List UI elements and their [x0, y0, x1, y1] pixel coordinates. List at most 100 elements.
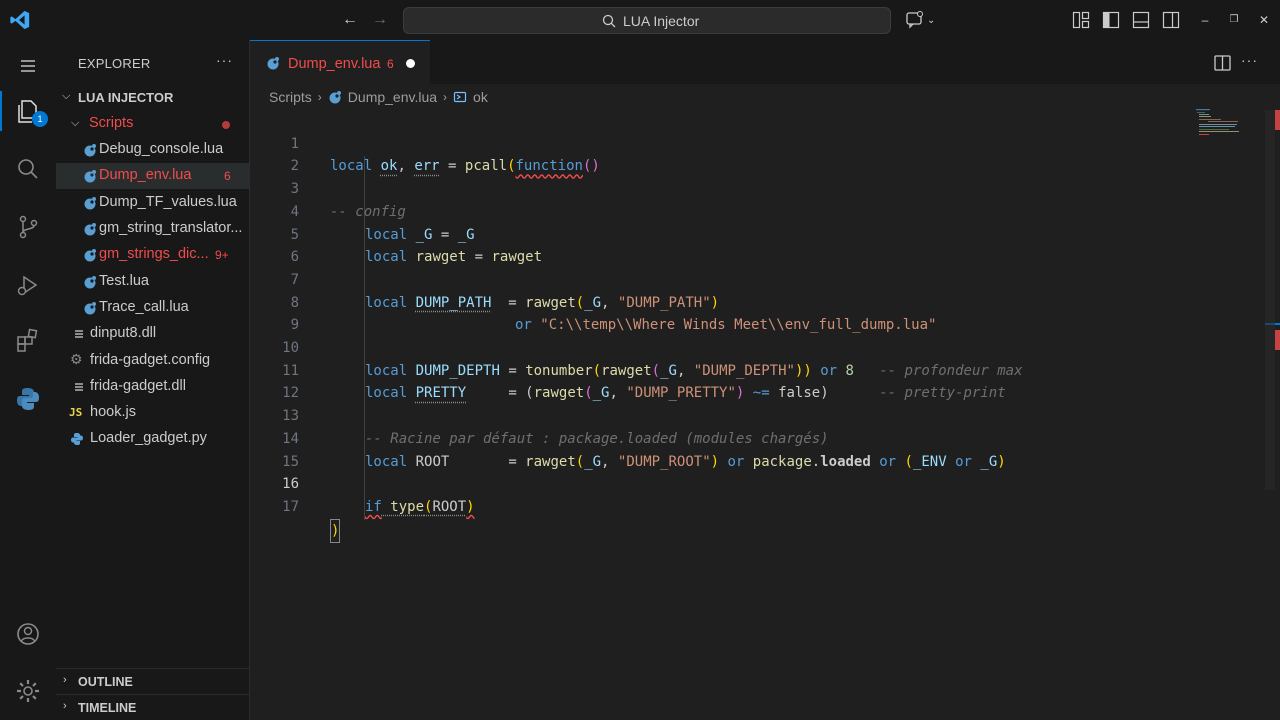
chevron-down-icon: ⌵	[71, 117, 80, 129]
code-line: 9	[250, 292, 1250, 333]
line-text: if type(ROOT)	[365, 498, 475, 515]
line-number: 17	[282, 498, 299, 515]
file-name: Debug_console.lua	[99, 141, 224, 157]
code-line: 4 local _G = _G	[250, 178, 1250, 243]
settings-gear-icon[interactable]	[14, 677, 42, 705]
code-line: 17 )	[250, 473, 1250, 544]
dll-file-icon	[75, 383, 83, 391]
file-name: Trace_call.lua	[99, 299, 189, 315]
restore-icon[interactable]: ❐	[1225, 11, 1243, 29]
file-item[interactable]: JS hook.js	[56, 400, 250, 426]
breadcrumb-item[interactable]: ok	[473, 89, 488, 105]
code-line: 11 local PRETTY = (rawget(_G, "DUMP_PRET…	[250, 337, 1250, 402]
customize-layout-icon[interactable]	[1072, 11, 1090, 29]
unsaved-dot-icon[interactable]	[406, 59, 415, 68]
lua-file-icon	[84, 249, 96, 262]
title-bar: ← → LUA Injector ⌄ – ❐ ✕	[0, 0, 1280, 40]
tab-dump-env[interactable]: Dump_env.lua 6	[250, 40, 430, 84]
project-name: LUA INJECTOR	[78, 90, 174, 105]
file-item[interactable]: Test.lua	[56, 269, 250, 295]
file-item[interactable]: Loader_gadget.py	[56, 426, 250, 452]
scrollbar-error-marker	[1275, 110, 1280, 130]
code-line: 1 local ok, err = pcall(function()	[250, 110, 1250, 175]
problem-count-badge: 9+	[215, 248, 229, 262]
copilot-icon	[906, 11, 923, 29]
file-item[interactable]: ⚙ frida-gadget.config	[56, 348, 250, 374]
run-debug-icon[interactable]	[14, 271, 42, 299]
file-item[interactable]: dinput8.dll	[56, 321, 250, 347]
lua-file-icon	[267, 57, 279, 70]
file-name: dinput8.dll	[90, 325, 157, 341]
explorer-sidebar: EXPLORER ··· ⌵ LUA INJECTOR ⌵ Scripts De…	[56, 40, 250, 720]
forward-arrow-icon[interactable]: →	[370, 10, 390, 30]
explorer-activity[interactable]: 1	[0, 91, 48, 131]
more-actions-icon[interactable]: ···	[216, 52, 233, 68]
file-item[interactable]: gm_string_translator...	[56, 216, 250, 242]
search-icon[interactable]	[14, 155, 42, 183]
tab-problem-count: 6	[387, 57, 394, 71]
minimize-icon[interactable]: –	[1196, 11, 1214, 29]
file-item[interactable]: Dump_TF_values.lua	[56, 190, 250, 216]
command-center-search[interactable]: LUA Injector	[403, 7, 891, 34]
close-icon[interactable]: ✕	[1255, 11, 1273, 29]
toggle-sidebar-icon[interactable]	[1102, 11, 1120, 29]
folder-scripts[interactable]: ⌵ Scripts	[56, 111, 250, 137]
split-editor-icon[interactable]	[1213, 54, 1233, 72]
file-item-active[interactable]: Dump_env.lua 6	[56, 163, 250, 189]
code-line: 2	[250, 133, 1250, 174]
code-line: 6	[250, 224, 1250, 265]
lua-file-icon	[329, 91, 341, 104]
more-actions-icon[interactable]: ···	[1241, 52, 1258, 68]
file-item[interactable]: gm_strings_dic... 9+	[56, 242, 250, 268]
menu-icon[interactable]	[14, 52, 42, 80]
breadcrumb-item[interactable]: Dump_env.lua	[348, 89, 437, 105]
chevron-down-icon: ⌵	[62, 90, 71, 102]
file-name: gm_strings_dic...	[99, 246, 209, 262]
file-name: Test.lua	[99, 273, 149, 289]
file-name: Dump_TF_values.lua	[99, 194, 237, 210]
code-line: 7 local DUMP_PATH = rawget(_G, "DUMP_PAT…	[250, 246, 1250, 311]
scrollbar-error-marker	[1275, 330, 1280, 350]
file-item[interactable]: Debug_console.lua	[56, 137, 250, 163]
minimap[interactable]	[1194, 108, 1264, 138]
chevron-right-icon: ›	[317, 90, 322, 104]
outline-section[interactable]: › OUTLINE	[56, 668, 250, 692]
search-icon	[602, 14, 616, 28]
project-section-header[interactable]: ⌵ LUA INJECTOR	[56, 86, 250, 108]
search-label: LUA Injector	[623, 13, 700, 29]
code-line: 15	[250, 428, 1250, 470]
vertical-scrollbar[interactable]	[1265, 110, 1275, 490]
toggle-secondary-sidebar-icon[interactable]	[1162, 11, 1180, 29]
breadcrumb-item[interactable]: Scripts	[269, 89, 312, 105]
lua-file-icon	[84, 197, 96, 210]
editor-area: Dump_env.lua 6 ··· Scripts › Dump_env.lu…	[250, 40, 1280, 720]
file-item[interactable]: frida-gadget.dll	[56, 374, 250, 400]
file-name: Dump_env.lua	[99, 167, 192, 183]
dll-file-icon	[75, 330, 83, 338]
problem-count-badge: 6	[224, 169, 231, 183]
copilot-button[interactable]: ⌄	[905, 11, 935, 29]
tab-label: Dump_env.lua	[288, 56, 381, 72]
python-icon[interactable]	[14, 385, 42, 413]
file-name: Loader_gadget.py	[90, 430, 207, 446]
file-name: frida-gadget.config	[90, 352, 211, 368]
lua-file-icon	[84, 170, 96, 183]
extensions-icon[interactable]	[14, 327, 42, 355]
back-arrow-icon[interactable]: ←	[340, 10, 360, 30]
tab-bar: Dump_env.lua 6 ···	[250, 40, 1280, 84]
chevron-right-icon: ›	[63, 674, 67, 686]
line-text: )	[330, 518, 341, 544]
timeline-section[interactable]: › TIMELINE	[56, 694, 250, 718]
source-control-icon[interactable]	[14, 213, 42, 241]
file-item[interactable]: Trace_call.lua	[56, 295, 250, 321]
lua-file-icon	[84, 223, 96, 236]
code-line: 10 local DUMP_DEPTH = tonumber(rawget(_G…	[250, 314, 1250, 379]
explorer-badge: 1	[32, 111, 48, 127]
code-line: 12	[250, 360, 1250, 401]
file-name: hook.js	[90, 404, 136, 420]
account-icon[interactable]	[14, 620, 42, 648]
toggle-panel-icon[interactable]	[1132, 11, 1150, 29]
chevron-right-icon: ›	[443, 90, 448, 104]
js-file-icon: JS	[69, 406, 83, 419]
variable-symbol-icon	[453, 91, 467, 103]
